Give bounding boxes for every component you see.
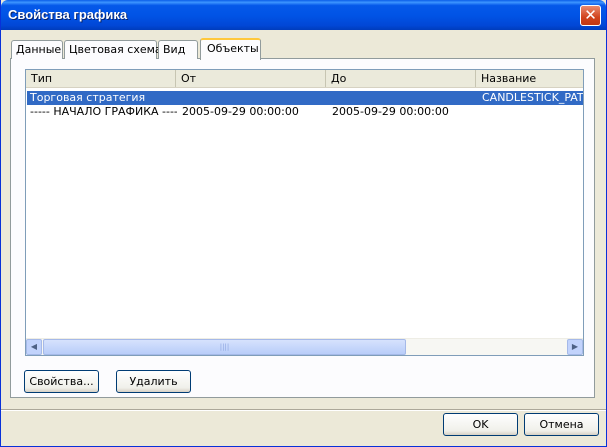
scroll-thumb[interactable]: |||| — [43, 339, 406, 355]
arrow-left-icon: ◀ — [30, 342, 38, 351]
column-header-from[interactable]: От — [176, 70, 326, 87]
close-button[interactable]: ✕ — [580, 5, 601, 26]
window-title: Свойства графика — [8, 7, 128, 22]
separator — [1, 409, 606, 411]
tab-color-scheme[interactable]: Цветовая схема — [64, 40, 162, 59]
properties-button[interactable]: Свойства... — [24, 370, 99, 393]
ok-button[interactable]: OK — [443, 413, 518, 436]
cell-to: 2005-09-29 00:00:00 — [332, 105, 449, 118]
scroll-right-button[interactable]: ▶ — [567, 339, 583, 355]
close-icon: ✕ — [584, 6, 597, 24]
list-header: Тип От До Название — [26, 70, 583, 88]
column-header-name[interactable]: Название — [476, 70, 583, 87]
arrow-right-icon: ▶ — [571, 342, 579, 351]
column-header-type[interactable]: Тип — [26, 70, 176, 87]
cell-from: 2005-09-29 00:00:00 — [182, 105, 299, 118]
tab-objects[interactable]: Объекты — [200, 38, 261, 60]
cell-type: Торговая стратегия — [30, 91, 146, 104]
cancel-button[interactable]: Отмена — [524, 413, 599, 436]
tab-data[interactable]: Данные — [11, 40, 63, 59]
delete-button[interactable]: Удалить — [116, 370, 191, 393]
column-header-to[interactable]: До — [326, 70, 476, 87]
title-bar[interactable]: Свойства графика ✕ — [1, 0, 606, 30]
dialog-window: Свойства графика ✕ Данные Цветовая схема… — [0, 0, 607, 447]
cell-name: CANDLESTICK_PATTE — [482, 91, 584, 104]
grip-icon: |||| — [219, 343, 230, 351]
list-row[interactable]: ----- НАЧАЛО ГРАФИКА ----- 2005-09-29 00… — [27, 105, 583, 119]
tab-view[interactable]: Вид — [158, 40, 198, 59]
horizontal-scrollbar[interactable]: ◀ |||| ▶ — [26, 338, 583, 355]
list-row[interactable]: Торговая стратегия CANDLESTICK_PATTE — [27, 91, 584, 105]
scroll-left-button[interactable]: ◀ — [26, 339, 42, 355]
objects-list[interactable]: Тип От До Название Торговая стратегия CA… — [25, 69, 584, 356]
cell-type: ----- НАЧАЛО ГРАФИКА ----- — [30, 105, 177, 118]
